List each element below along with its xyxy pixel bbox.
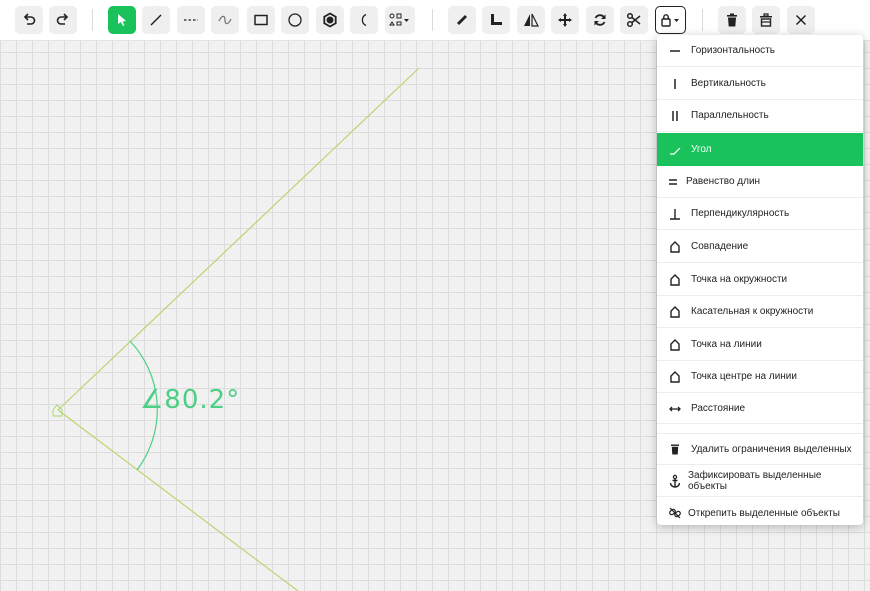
delete-button[interactable] bbox=[718, 6, 746, 34]
scissors-tool-button[interactable] bbox=[620, 6, 648, 34]
redo-icon bbox=[56, 13, 69, 25]
redo-button[interactable] bbox=[49, 6, 77, 34]
menu-item-label: Вертикальность bbox=[691, 78, 766, 89]
point-icon bbox=[667, 369, 683, 385]
move-icon bbox=[558, 13, 572, 27]
menu-item-label: Зафиксировать выделенные объекты bbox=[687, 469, 822, 492]
menu-item-label: Касательная к окружности bbox=[691, 306, 814, 317]
move-tool-button[interactable] bbox=[551, 6, 579, 34]
distance-icon bbox=[667, 401, 683, 417]
rotate-icon bbox=[594, 14, 606, 26]
rectangle-tool-button[interactable] bbox=[247, 6, 275, 34]
menu-item-label: Горизонтальность bbox=[691, 45, 775, 56]
constraints-dropdown-button[interactable] bbox=[655, 6, 686, 34]
menu-item-angle[interactable]: Угол bbox=[657, 133, 863, 166]
vertex-point-icon[interactable] bbox=[52, 404, 63, 417]
delete-all-button[interactable] bbox=[752, 6, 780, 34]
pointer-icon bbox=[118, 14, 126, 26]
corner-ruler-icon bbox=[491, 14, 502, 25]
menu-item-label: Точка на окружности bbox=[691, 274, 788, 285]
curve-icon bbox=[218, 15, 232, 25]
menu-item-tangent-circle[interactable]: Касательная к окружности bbox=[657, 296, 863, 328]
toolbar-divider bbox=[702, 9, 703, 31]
menu-item-label: Угол bbox=[691, 144, 712, 155]
dashed-line-icon bbox=[184, 19, 198, 21]
menu-item-vertical[interactable]: Вертикальность bbox=[657, 68, 863, 100]
curve-tool-button[interactable] bbox=[211, 6, 239, 34]
menu-item-coincident[interactable]: Совпадение bbox=[657, 231, 863, 263]
point-icon bbox=[667, 304, 683, 320]
constraints-menu: Горизонтальность Вертикальность Параллел… bbox=[657, 35, 863, 525]
menu-item-parallel[interactable]: Параллельность bbox=[657, 100, 863, 132]
rectangle-icon bbox=[254, 14, 268, 26]
corner-ruler-tool-button[interactable] bbox=[482, 6, 510, 34]
line-icon bbox=[150, 14, 162, 26]
arc-icon bbox=[361, 13, 367, 27]
close-button[interactable] bbox=[787, 6, 815, 34]
menu-item-point-center-on-line[interactable]: Точка центре на линии bbox=[657, 361, 863, 393]
ruler-tool-button[interactable] bbox=[448, 6, 476, 34]
perpendicular-icon bbox=[667, 206, 683, 222]
shapes-dropdown-icon bbox=[389, 13, 409, 26]
toolbar-divider bbox=[432, 9, 433, 31]
menu-item-delete-constraints[interactable]: Удалить ограничения выделенных bbox=[657, 433, 863, 465]
circle-tool-button[interactable] bbox=[281, 6, 309, 34]
pointer-tool-button[interactable] bbox=[108, 6, 136, 34]
shapes-dropdown-button[interactable] bbox=[385, 6, 415, 34]
arc-tool-button[interactable] bbox=[350, 6, 378, 34]
polygon-tool-button[interactable] bbox=[316, 6, 344, 34]
unlink-icon bbox=[667, 505, 683, 521]
point-icon bbox=[667, 337, 683, 353]
parallel-icon bbox=[667, 108, 683, 124]
menu-item-unpin-objects[interactable]: Открепить выделенные объекты bbox=[657, 497, 863, 525]
mirror-tool-button[interactable] bbox=[517, 6, 545, 34]
line-segment-lower[interactable] bbox=[57, 409, 299, 591]
trash-icon bbox=[667, 441, 683, 457]
menu-item-point-on-line[interactable]: Точка на линии bbox=[657, 329, 863, 361]
trash-all-icon bbox=[760, 13, 772, 27]
line-segment-upper[interactable] bbox=[57, 67, 420, 411]
menu-item-label: Открепить выделенные объекты bbox=[688, 507, 840, 519]
point-icon bbox=[667, 272, 683, 288]
menu-item-label: Равенство длин bbox=[686, 176, 761, 187]
menu-item-label: Перпендикулярность bbox=[691, 208, 790, 219]
horizontal-icon bbox=[667, 43, 683, 59]
angle-icon bbox=[667, 142, 683, 158]
toolbar-divider bbox=[92, 9, 93, 31]
menu-item-label: Совпадение bbox=[691, 241, 749, 252]
menu-item-distance[interactable]: Расстояние bbox=[657, 394, 863, 424]
menu-item-perpendicular[interactable]: Перпендикулярность bbox=[657, 198, 863, 230]
vertical-icon bbox=[667, 76, 683, 92]
menu-item-label: Удалить ограничения выделенных bbox=[691, 443, 852, 455]
menu-item-equal-length[interactable]: Равенство длин bbox=[657, 166, 863, 198]
undo-button[interactable] bbox=[15, 6, 43, 34]
undo-icon bbox=[23, 13, 36, 25]
menu-item-label: Расстояние bbox=[691, 403, 746, 414]
polygon-icon bbox=[323, 12, 337, 28]
menu-item-fix-objects[interactable]: Зафиксировать выделенные объекты bbox=[657, 465, 863, 497]
trash-icon bbox=[727, 13, 737, 27]
line-tool-button[interactable] bbox=[142, 6, 170, 34]
ruler-icon bbox=[457, 15, 467, 25]
menu-item-label: Точка на линии bbox=[691, 339, 762, 350]
circle-icon bbox=[288, 13, 302, 27]
rotate-tool-button[interactable] bbox=[586, 6, 614, 34]
angle-value-label: ∠80.2° bbox=[140, 385, 241, 415]
menu-item-label: Точка центре на линии bbox=[691, 371, 797, 382]
close-icon bbox=[795, 14, 807, 26]
point-icon bbox=[667, 239, 683, 255]
lock-dropdown-icon bbox=[660, 14, 679, 27]
menu-item-point-on-circle[interactable]: Точка на окружности bbox=[657, 264, 863, 296]
equal-icon bbox=[665, 174, 681, 190]
menu-item-horizontal[interactable]: Горизонтальность bbox=[657, 35, 863, 67]
scissors-icon bbox=[626, 12, 641, 28]
dashed-line-tool-button[interactable] bbox=[177, 6, 205, 34]
anchor-icon bbox=[667, 473, 683, 489]
menu-item-label: Параллельность bbox=[691, 110, 769, 121]
mirror-icon bbox=[524, 13, 539, 27]
